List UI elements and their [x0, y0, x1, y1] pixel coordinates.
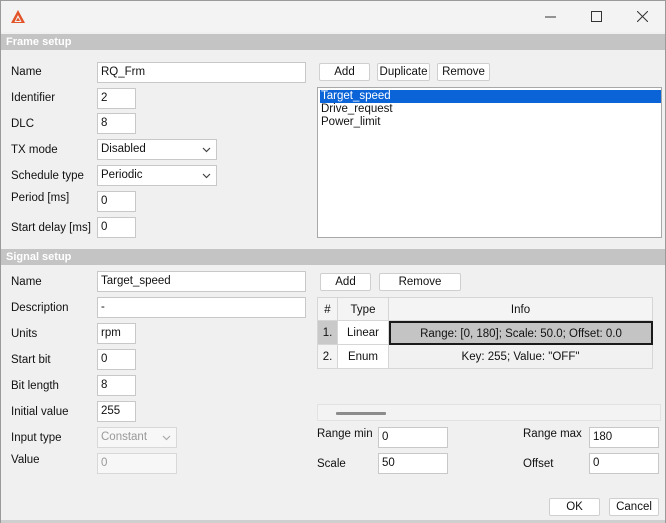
app-logo-icon — [11, 10, 25, 23]
row-type: Enum — [338, 345, 389, 369]
start-bit-field[interactable]: 0 — [97, 349, 136, 370]
tx-mode-label: TX mode — [11, 144, 58, 156]
bit-length-field[interactable]: 8 — [97, 375, 136, 396]
chevron-down-icon — [202, 147, 211, 153]
row-info: Key: 255; Value: "OFF" — [389, 345, 653, 369]
row-num: 1. — [317, 321, 338, 345]
table-horizontal-scrollbar[interactable] — [317, 404, 661, 421]
frame-name-label: Name — [11, 66, 42, 78]
table-header-type: Type — [338, 297, 389, 321]
close-button[interactable] — [619, 1, 665, 32]
row-info: Range: [0, 180]; Scale: 50.0; Offset: 0.… — [389, 321, 653, 345]
description-label: Description — [11, 302, 69, 314]
range-min-label: Range min — [317, 428, 373, 440]
row-num: 2. — [317, 345, 338, 369]
maximize-icon — [590, 11, 602, 22]
cancel-button[interactable]: Cancel — [609, 498, 659, 516]
period-label: Period [ms] — [11, 192, 70, 204]
signal-list[interactable]: Target_speed Drive_request Power_limit — [317, 87, 662, 238]
ok-button[interactable]: OK — [549, 498, 600, 516]
schedule-type-value: Periodic — [101, 169, 143, 181]
signal-add-button[interactable]: Add — [320, 273, 371, 291]
input-type-select[interactable]: Constant — [97, 427, 177, 448]
signal-setup-header: Signal setup — [1, 249, 665, 265]
signal-remove-button[interactable]: Remove — [379, 273, 461, 291]
units-field[interactable]: rpm — [97, 323, 136, 344]
frame-remove-button[interactable]: Remove — [437, 63, 490, 81]
start-delay-label: Start delay [ms] — [11, 222, 91, 234]
scale-label: Scale — [317, 458, 346, 470]
signal-list-item[interactable]: Drive_request — [320, 103, 393, 116]
range-max-field[interactable]: 180 — [589, 427, 659, 448]
minimize-icon — [544, 16, 556, 18]
value-field[interactable]: 0 — [97, 453, 177, 474]
period-field[interactable]: 0 — [97, 191, 136, 212]
schedule-type-label: Schedule type — [11, 170, 84, 182]
initial-value-field[interactable]: 255 — [97, 401, 136, 422]
scrollbar-thumb[interactable] — [336, 412, 386, 415]
tx-mode-value: Disabled — [101, 143, 146, 155]
identifier-label: Identifier — [11, 92, 56, 104]
row-type: Linear — [338, 321, 389, 345]
range-min-field[interactable]: 0 — [378, 427, 448, 448]
signal-name-field[interactable]: Target_speed — [97, 271, 306, 292]
description-field[interactable]: - — [97, 297, 306, 318]
input-type-value: Constant — [101, 431, 148, 443]
frame-setup-header: Frame setup — [1, 34, 665, 50]
tx-mode-select[interactable]: Disabled — [97, 139, 217, 160]
range-max-label: Range max — [523, 428, 582, 440]
input-type-label: Input type — [11, 432, 62, 444]
scale-field[interactable]: 50 — [378, 453, 448, 474]
identifier-field[interactable]: 2 — [97, 88, 136, 109]
signal-list-item[interactable]: Target_speed — [320, 90, 661, 103]
conversion-table: # Type Info 1. Linear Range: [0, 180]; S… — [317, 297, 653, 369]
value-label: Value — [11, 454, 40, 466]
dlc-label: DLC — [11, 118, 35, 130]
duplicate-button[interactable]: Duplicate — [377, 63, 430, 81]
table-header-num: # — [317, 297, 338, 321]
chevron-down-icon — [162, 435, 171, 441]
frame-name-field[interactable]: RQ_Frm — [97, 62, 306, 83]
start-delay-field[interactable]: 0 — [97, 217, 136, 238]
units-label: Units — [11, 328, 38, 340]
maximize-button[interactable] — [573, 1, 619, 32]
offset-label: Offset — [523, 458, 554, 470]
frame-add-button[interactable]: Add — [319, 63, 370, 81]
dlc-field[interactable]: 8 — [97, 113, 136, 134]
table-header-info: Info — [389, 297, 653, 321]
dialog-window: Frame setup Name RQ_Frm Identifier 2 DLC… — [0, 0, 666, 523]
schedule-type-select[interactable]: Periodic — [97, 165, 217, 186]
offset-field[interactable]: 0 — [589, 453, 659, 474]
initial-value-label: Initial value — [11, 406, 69, 418]
start-bit-label: Start bit — [11, 354, 51, 366]
chevron-down-icon — [202, 173, 211, 179]
minimize-button[interactable] — [527, 1, 573, 32]
close-icon — [636, 11, 648, 22]
signal-name-label: Name — [11, 276, 42, 288]
signal-list-item[interactable]: Power_limit — [320, 116, 380, 129]
title-bar — [1, 1, 665, 32]
bit-length-label: Bit length — [11, 380, 59, 392]
